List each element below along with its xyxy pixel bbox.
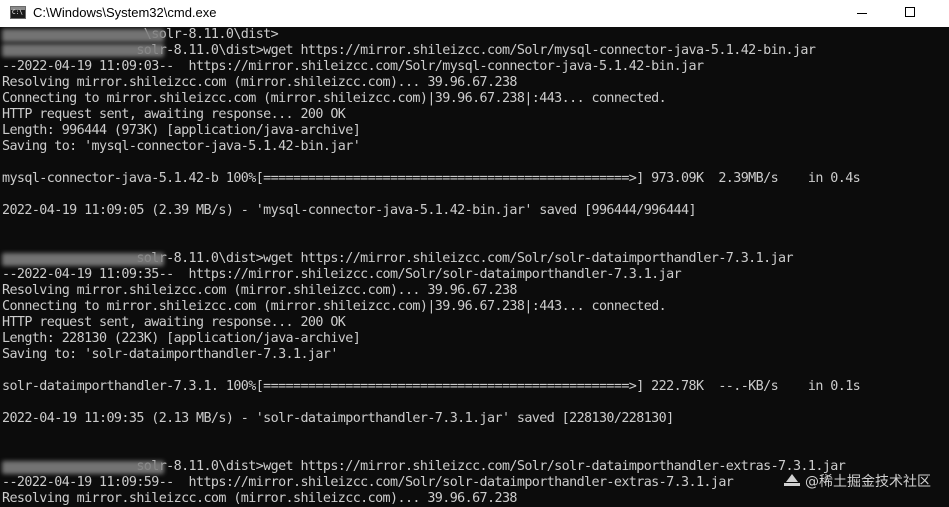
redacted-path-blur: [2, 29, 164, 42]
redacted-path-blur: [2, 253, 164, 266]
title-bar[interactable]: C:\Windows\System32\cmd.exe: [0, 0, 949, 27]
console-line: Saving to: 'mysql-connector-java-5.1.42-…: [2, 139, 361, 154]
redacted-path-blur: [2, 44, 164, 57]
console-output[interactable]: \solr-8.11.0\dist> solr-8.11.0\dist>wget…: [0, 27, 949, 507]
console-line: HTTP request sent, awaiting response... …: [2, 107, 346, 122]
console-line: Resolving mirror.shileizcc.com (mirror.s…: [2, 75, 517, 90]
console-line: Length: 228130 (223K) [application/java-…: [2, 331, 361, 346]
minimize-button[interactable]: [839, 0, 885, 27]
console-line: Length: 996444 (973K) [application/java-…: [2, 123, 361, 138]
console-line: Connecting to mirror.shileizcc.com (mirr…: [2, 91, 667, 106]
console-line: Saving to: 'solr-dataimporthandler-7.3.1…: [2, 347, 338, 362]
console-line: --2022-04-19 11:09:59-- https://mirror.s…: [2, 475, 734, 490]
console-line: Resolving mirror.shileizcc.com (mirror.s…: [2, 283, 517, 298]
console-line: solr-dataimporthandler-7.3.1. 100%[=====…: [2, 379, 861, 394]
console-line: 2022-04-19 11:09:35 (2.13 MB/s) - 'solr-…: [2, 411, 674, 426]
maximize-button[interactable]: [886, 0, 932, 27]
console-line: --2022-04-19 11:09:35-- https://mirror.s…: [2, 267, 682, 282]
watermark: @稀土掘金技术社区: [784, 471, 931, 491]
console-line: mysql-connector-java-5.1.42-b 100%[=====…: [2, 171, 861, 186]
watermark-text: @稀土掘金技术社区: [805, 474, 931, 490]
redacted-path-blur: [2, 461, 164, 474]
console-line: 2022-04-19 11:09:05 (2.39 MB/s) - 'mysql…: [2, 203, 697, 218]
console-line: Resolving mirror.shileizcc.com (mirror.s…: [2, 491, 517, 506]
console-line: HTTP request sent, awaiting response... …: [2, 315, 346, 330]
window-title: C:\Windows\System32\cmd.exe: [33, 5, 217, 20]
cmd-console-icon: [10, 6, 26, 19]
console-line: Connecting to mirror.shileizcc.com (mirr…: [2, 299, 667, 314]
console-line: --2022-04-19 11:09:03-- https://mirror.s…: [2, 59, 704, 74]
juejin-logo-icon: [784, 474, 800, 488]
